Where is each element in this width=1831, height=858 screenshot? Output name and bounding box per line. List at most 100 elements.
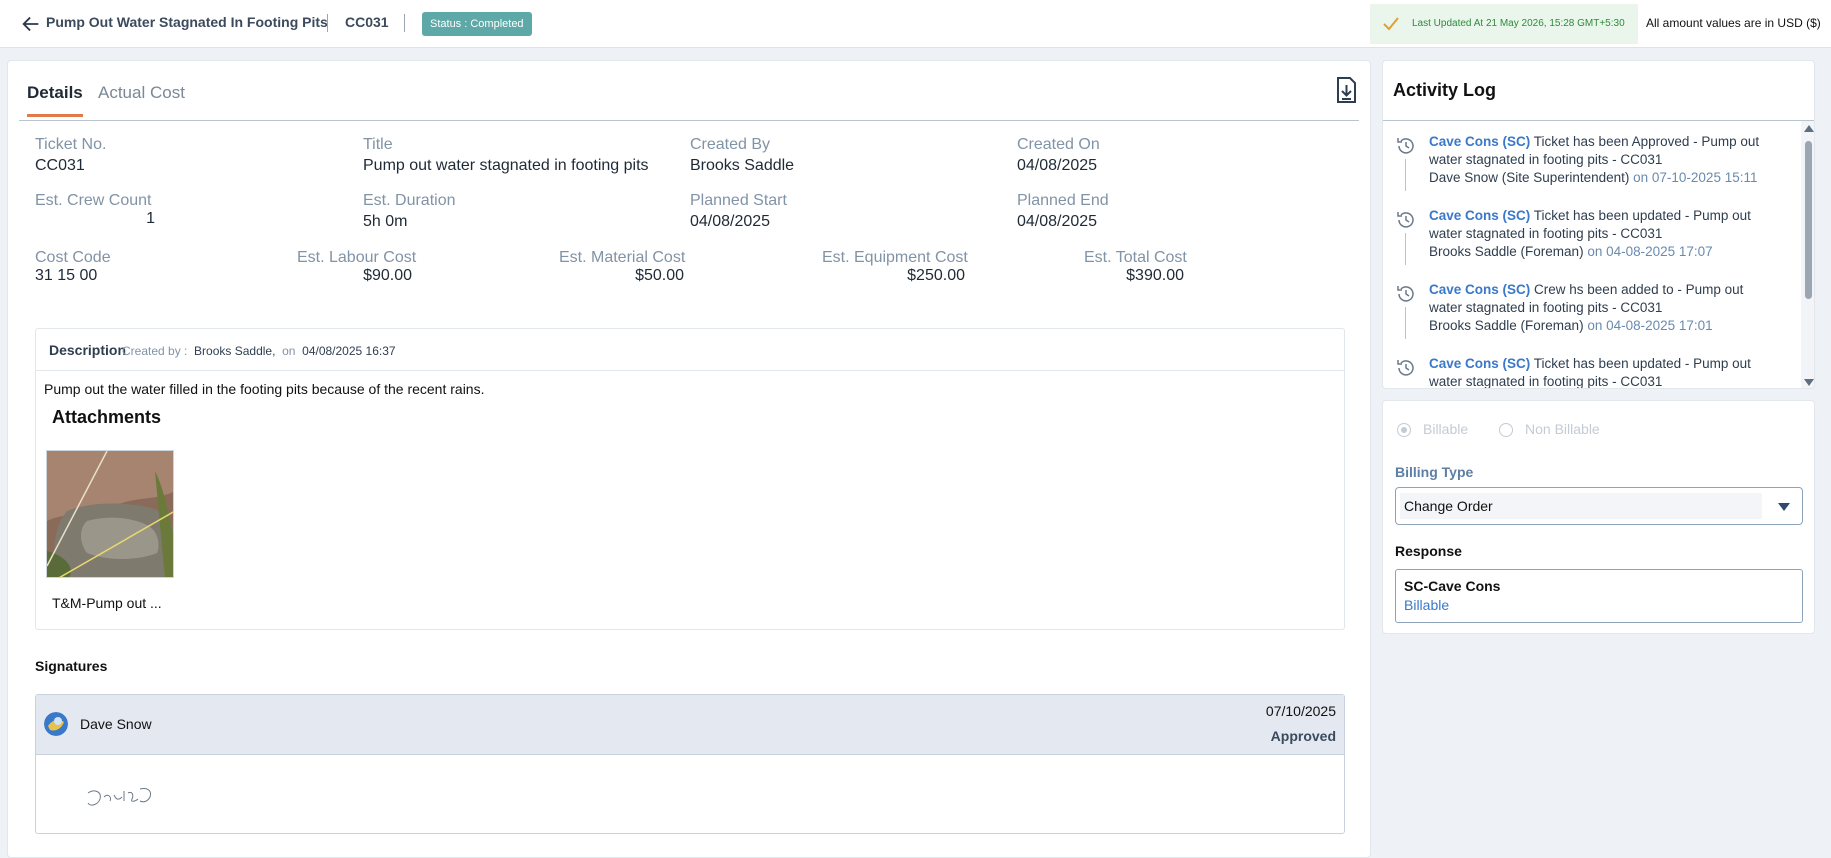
field-value: 04/08/2025 bbox=[1017, 213, 1098, 230]
field-material-cost: Est. Material Cost $50.00 bbox=[559, 249, 686, 285]
timeline-line bbox=[1405, 307, 1406, 339]
scroll-thumb[interactable] bbox=[1805, 141, 1812, 299]
signature-date: 07/10/2025 bbox=[1265, 703, 1336, 719]
tab-details[interactable]: Details bbox=[27, 83, 83, 117]
created-by-label: Created by : bbox=[122, 344, 188, 358]
field-label: Est. Crew Count bbox=[35, 192, 152, 209]
history-icon bbox=[1397, 138, 1414, 154]
signer-name: Dave Snow bbox=[80, 716, 152, 732]
field-value: 04/08/2025 bbox=[690, 213, 771, 230]
activity-actor[interactable]: Cave Cons (SC) bbox=[1429, 356, 1530, 371]
field-label: Created By bbox=[690, 136, 771, 153]
field-value: $50.00 bbox=[635, 267, 684, 284]
response-value: Billable bbox=[1404, 597, 1450, 613]
field-created-by: Created By Brooks Saddle bbox=[690, 136, 794, 175]
field-value: Brooks Saddle bbox=[690, 157, 795, 174]
field-label: Title bbox=[363, 136, 393, 153]
field-value: $250.00 bbox=[907, 267, 965, 284]
activity-log-title: Activity Log bbox=[1393, 80, 1497, 100]
field-cost-code: Cost Code 31 15 00 bbox=[35, 249, 111, 285]
response-label: Response bbox=[1395, 543, 1462, 559]
field-value: Pump out water stagnated in footing pits bbox=[363, 157, 649, 174]
tab-actual-cost[interactable]: Actual Cost bbox=[98, 83, 185, 103]
history-icon bbox=[1397, 286, 1414, 302]
field-total-cost: Est. Total Cost $390.00 bbox=[1084, 249, 1187, 285]
details-panel: Details Actual Cost Ticket No. CC031 Tit… bbox=[7, 60, 1371, 858]
activity-log-panel: Activity Log Cave Cons (SC) Ticket has b… bbox=[1382, 60, 1815, 389]
history-icon bbox=[1397, 360, 1414, 376]
back-arrow-icon[interactable] bbox=[20, 13, 42, 35]
currency-note: All amount values are in USD ($) bbox=[1646, 16, 1821, 30]
response-card: SC-Cave Cons Billable bbox=[1395, 569, 1803, 623]
field-label: Planned Start bbox=[690, 192, 787, 209]
attachments-title: Attachments bbox=[52, 407, 162, 427]
signature-header: Dave Snow 07/10/2025 Approved bbox=[36, 695, 1344, 755]
divider bbox=[327, 14, 328, 32]
description-title: Description bbox=[49, 342, 127, 358]
avatar-icon bbox=[44, 712, 68, 736]
field-value: 31 15 00 bbox=[35, 267, 98, 284]
field-ticket-no: Ticket No. CC031 bbox=[35, 136, 106, 175]
field-label: Est. Total Cost bbox=[1084, 249, 1187, 266]
radio-label: Non Billable bbox=[1525, 421, 1600, 437]
activity-log-list[interactable]: Cave Cons (SC) Ticket has been Approved … bbox=[1383, 121, 1801, 388]
activity-by: Dave Snow (Site Superintendent) bbox=[1429, 170, 1630, 185]
radio-indicator bbox=[1397, 423, 1411, 438]
attachment-thumbnail[interactable] bbox=[46, 450, 174, 578]
activity-entry-body: Cave Cons (SC) Crew hs been added to - P… bbox=[1429, 281, 1769, 335]
activity-scrollbar[interactable] bbox=[1801, 121, 1814, 388]
billing-type-label: Billing Type bbox=[1395, 464, 1474, 480]
field-planned-start: Planned Start 04/08/2025 bbox=[690, 192, 787, 231]
last-updated-text: Last Updated At 21 May 2026, 15:28 GMT+5… bbox=[1412, 18, 1625, 29]
status-badge: Status : Completed bbox=[422, 12, 532, 36]
activity-by: Brooks Saddle (Foreman) bbox=[1429, 318, 1584, 333]
activity-by: Brooks Saddle (Foreman) bbox=[1429, 244, 1584, 259]
signature-image bbox=[87, 788, 151, 806]
billing-type-select[interactable]: Change Order bbox=[1395, 487, 1803, 525]
caret-down-icon[interactable] bbox=[1778, 503, 1790, 511]
last-updated-banner: Last Updated At 21 May 2026, 15:28 GMT+5… bbox=[1370, 4, 1638, 44]
billing-panel: Billable Non Billable Billing Type Chang… bbox=[1382, 400, 1815, 634]
check-icon bbox=[1383, 17, 1399, 31]
field-value: 04/08/2025 bbox=[1017, 157, 1098, 174]
activity-actor[interactable]: Cave Cons (SC) bbox=[1429, 208, 1530, 223]
radio-billable[interactable]: Billable bbox=[1397, 421, 1468, 438]
created-on-date: 04/08/2025 16:37 bbox=[302, 344, 396, 358]
response-name: SC-Cave Cons bbox=[1404, 578, 1501, 594]
radio-non-billable[interactable]: Non Billable bbox=[1499, 421, 1600, 438]
activity-actor[interactable]: Cave Cons (SC) bbox=[1429, 282, 1530, 297]
activity-time: on 07-10-2025 15:11 bbox=[1629, 170, 1758, 185]
divider bbox=[404, 14, 405, 32]
top-bar: Pump Out Water Stagnated In Footing Pits… bbox=[0, 0, 1831, 48]
field-label: Est. Equipment Cost bbox=[822, 249, 968, 266]
description-header: Description Created by : Brooks Saddle, … bbox=[36, 329, 1344, 371]
field-label: Ticket No. bbox=[35, 136, 107, 153]
activity-time: on 04-08-2025 17:01 bbox=[1583, 318, 1713, 333]
field-label: Est. Duration bbox=[363, 192, 456, 209]
field-value: $390.00 bbox=[1126, 267, 1184, 284]
scroll-up-arrow-icon[interactable] bbox=[1804, 125, 1814, 132]
description-meta: Created by : Brooks Saddle, on 04/08/202… bbox=[122, 344, 396, 358]
page-title: Pump Out Water Stagnated In Footing Pits bbox=[46, 14, 328, 30]
field-value: 5h 0m bbox=[363, 213, 408, 230]
signature-status: Approved bbox=[1270, 728, 1336, 744]
activity-time: on 04-08-2025 17:07 bbox=[1583, 244, 1713, 259]
field-label: Est. Labour Cost bbox=[297, 249, 417, 266]
field-planned-end: Planned End 04/08/2025 bbox=[1017, 192, 1109, 231]
activity-entry-body: Cave Cons (SC) Ticket has been updated -… bbox=[1429, 355, 1769, 388]
field-created-on: Created On 04/08/2025 bbox=[1017, 136, 1100, 175]
field-label: Est. Material Cost bbox=[559, 249, 686, 266]
field-value: 1 bbox=[146, 210, 155, 227]
on-label: on bbox=[282, 344, 296, 358]
tab-bar: Details Actual Cost bbox=[19, 61, 1359, 121]
field-value: $90.00 bbox=[363, 267, 412, 284]
timeline-line bbox=[1405, 159, 1406, 191]
field-labour-cost: Est. Labour Cost $90.00 bbox=[297, 249, 417, 285]
download-icon[interactable] bbox=[1331, 75, 1361, 105]
timeline-line bbox=[1405, 233, 1406, 265]
scroll-down-arrow-icon[interactable] bbox=[1804, 379, 1814, 386]
field-label: Created On bbox=[1017, 136, 1100, 153]
signatures-title: Signatures bbox=[35, 658, 108, 674]
radio-indicator bbox=[1499, 423, 1513, 438]
activity-actor[interactable]: Cave Cons (SC) bbox=[1429, 134, 1530, 149]
